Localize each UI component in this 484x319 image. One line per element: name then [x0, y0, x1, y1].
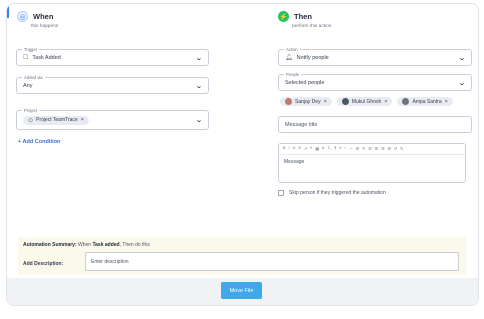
- toolbar-button[interactable]: ☰: [387, 146, 390, 151]
- chevron-down-icon: ⌄: [458, 54, 466, 62]
- message-title-input[interactable]: Message title: [278, 116, 472, 133]
- toolbar-button[interactable]: T₂: [327, 146, 331, 151]
- editor-divider: [279, 154, 465, 155]
- project-chip[interactable]: ⊙ Project TeamTrace ×: [23, 115, 89, 125]
- skip-label: Skip person if they triggered the automa…: [289, 190, 386, 196]
- add-condition-button[interactable]: + Add Condition: [18, 139, 60, 145]
- add-condition-label: + Add Condition: [18, 139, 61, 145]
- lightning-icon: ⚡: [278, 11, 289, 22]
- automation-summary: Automation Summary: When Task added, The…: [18, 237, 466, 275]
- added-via-legend: Added via: [22, 74, 45, 81]
- when-subtitle: this happens: [31, 24, 59, 29]
- description-placeholder: Enter description: [91, 258, 129, 265]
- move-file-label: Move File: [229, 287, 254, 294]
- automation-card: ◎ When this happens Trigger ☐ Task Added…: [6, 3, 479, 306]
- summary-line: Automation Summary: When Task added, The…: [23, 242, 150, 248]
- toolbar-button[interactable]: ↗: [304, 146, 307, 151]
- person-chip-label: Ampa Santra: [412, 98, 442, 105]
- avatar: [402, 98, 410, 105]
- close-icon[interactable]: ×: [81, 117, 84, 123]
- editor-toolbar: B I U S ↗ ≡ ▦ A T₂ ¶ ≡ • — ☰ ✎ ☰ ☰ ☰ ☰ ↺…: [283, 146, 403, 151]
- avatar: [341, 98, 349, 105]
- then-header: ⚡ Then: [278, 11, 312, 22]
- close-icon[interactable]: ×: [324, 99, 327, 105]
- toolbar-button[interactable]: ✎: [362, 146, 365, 151]
- people-value: Selected people: [285, 79, 325, 86]
- toolbar-button[interactable]: ☰: [375, 146, 378, 151]
- skip-option[interactable]: Skip person if they triggered the automa…: [278, 190, 386, 196]
- project-legend: Project: [22, 107, 40, 114]
- summary-pre: When: [78, 242, 92, 248]
- summary-label: Automation Summary:: [23, 242, 77, 248]
- action-select[interactable]: Action 🔔︎ Notify people ⌄: [278, 46, 472, 66]
- toolbar-button[interactable]: ↺: [394, 146, 397, 151]
- trigger-icon: ◎: [17, 11, 28, 22]
- toolbar-button[interactable]: U: [293, 146, 296, 151]
- toolbar-button[interactable]: ▦: [315, 146, 319, 151]
- person-chip[interactable]: Sanjay Dey ×: [280, 97, 332, 106]
- when-title: When: [33, 12, 54, 21]
- description-input[interactable]: Enter description: [85, 252, 459, 271]
- person-chip[interactable]: Mukul Ghosh ×: [336, 97, 393, 106]
- people-legend: People: [284, 71, 302, 78]
- toolbar-button[interactable]: A: [322, 146, 325, 151]
- toolbar-button[interactable]: ☰: [381, 146, 384, 151]
- people-select[interactable]: People Selected people ⌄: [278, 71, 472, 91]
- skip-checkbox[interactable]: [278, 190, 284, 196]
- toolbar-button[interactable]: •: [345, 146, 346, 151]
- message-placeholder: Message: [284, 159, 305, 165]
- then-title: Then: [294, 12, 312, 21]
- added-via-value: Any: [23, 82, 33, 89]
- person-chip[interactable]: Ampa Santra ×: [397, 97, 453, 106]
- trigger-select[interactable]: Trigger ☐ Task Added ⌄: [16, 46, 209, 66]
- summary-event: Task added: [92, 242, 120, 248]
- left-accent-bar: [7, 6, 9, 18]
- project-icon: ⊙: [28, 117, 34, 124]
- bell-icon: 🔔︎: [285, 55, 293, 61]
- chevron-down-icon: ⌄: [195, 54, 203, 62]
- toolbar-button[interactable]: I: [289, 146, 290, 151]
- toolbar-button[interactable]: ≡: [310, 146, 312, 151]
- toolbar-button[interactable]: ¶: [334, 146, 336, 151]
- added-via-select[interactable]: Added via Any ⌄: [16, 74, 209, 94]
- move-file-button[interactable]: Move File: [221, 282, 262, 299]
- person-chip-label: Mukul Ghosh: [351, 98, 382, 105]
- people-chips: Sanjay Dey × Mukul Ghosh × Ampa Santra ×: [280, 97, 453, 106]
- then-subtitle: perform this action: [292, 24, 332, 29]
- close-icon[interactable]: ×: [445, 99, 448, 105]
- task-icon: ☐: [23, 55, 29, 61]
- when-header: ◎ When: [17, 11, 53, 22]
- avatar: [285, 98, 292, 105]
- toolbar-button[interactable]: ☰: [356, 146, 359, 151]
- toolbar-button[interactable]: B: [283, 146, 286, 151]
- action-legend: Action: [284, 46, 300, 53]
- close-icon[interactable]: ×: [384, 99, 387, 105]
- action-value: Notify people: [296, 54, 329, 61]
- trigger-legend: Trigger: [22, 46, 40, 53]
- toolbar-button[interactable]: ≡: [339, 146, 341, 151]
- chevron-down-icon: ⌄: [195, 82, 203, 90]
- chevron-down-icon: ⌄: [458, 79, 466, 87]
- toolbar-button[interactable]: ↻: [400, 146, 403, 151]
- toolbar-button[interactable]: —: [349, 146, 353, 151]
- chevron-down-icon: ⌄: [195, 117, 203, 124]
- person-chip-label: Sanjay Dey: [295, 98, 321, 105]
- toolbar-button[interactable]: ☰: [368, 146, 371, 151]
- summary-post: , Then do this: [119, 242, 150, 248]
- trigger-value: Task Added: [32, 54, 61, 61]
- message-editor[interactable]: B I U S ↗ ≡ ▦ A T₂ ¶ ≡ • — ☰ ✎ ☰ ☰ ☰ ☰ ↺…: [278, 143, 466, 183]
- description-label: Add Description:: [23, 261, 64, 267]
- toolbar-button[interactable]: S: [298, 146, 301, 151]
- message-title-placeholder: Message title: [285, 121, 318, 128]
- project-select[interactable]: Project ⊙ Project TeamTrace × ⌄: [16, 107, 209, 130]
- project-chip-label: Project TeamTrace: [36, 117, 78, 123]
